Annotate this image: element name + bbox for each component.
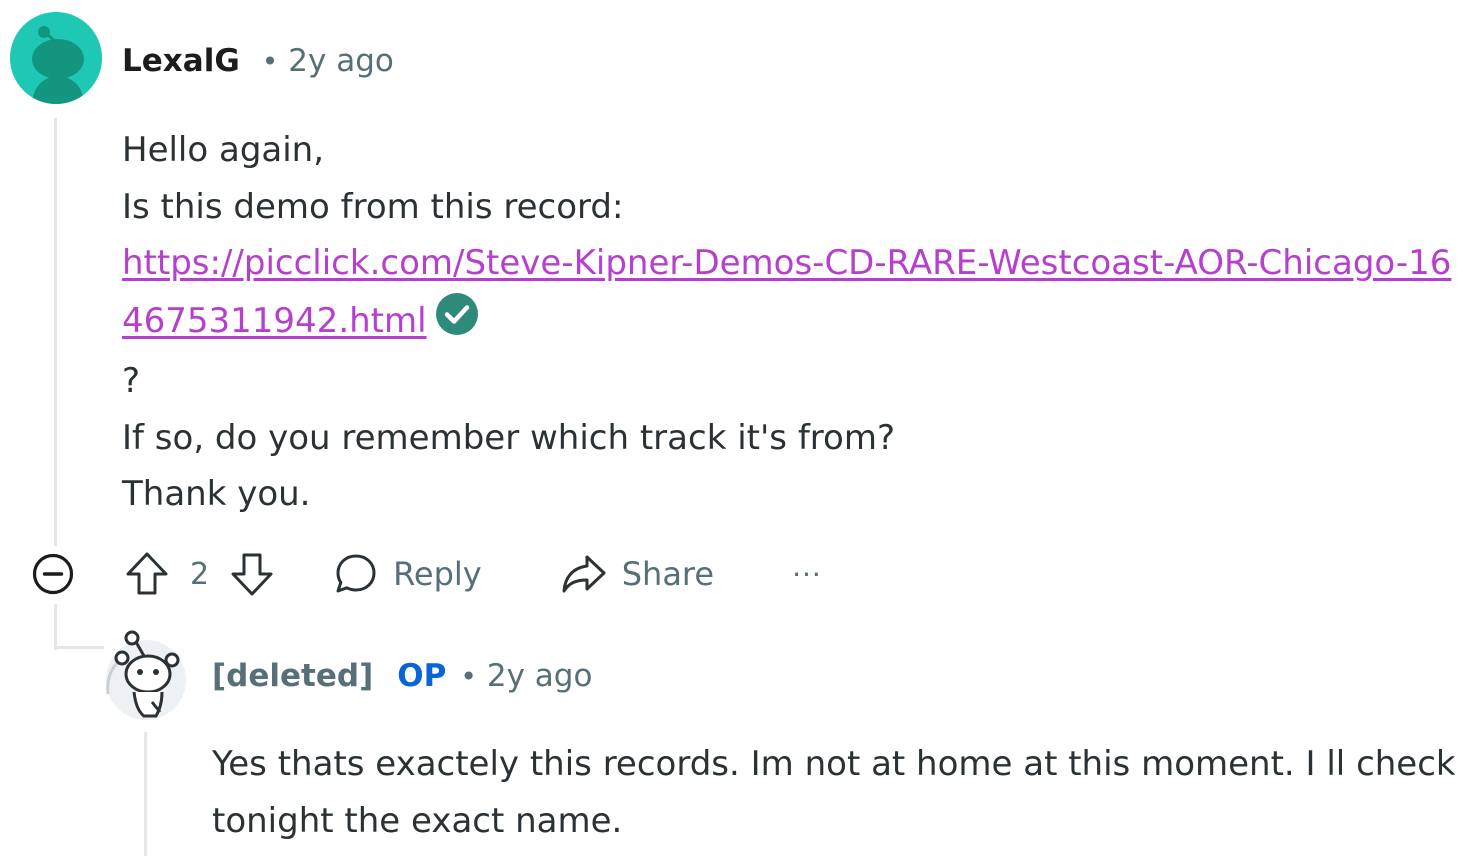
reply-body: Yes thats exactely this records. Im not … — [212, 736, 1472, 849]
thread-line-main — [54, 118, 57, 546]
share-label: Share — [621, 555, 715, 593]
comment-action-bar: 2 Reply Share ··· — [30, 546, 822, 602]
more-options-button[interactable]: ··· — [792, 558, 822, 591]
thread-line-branch — [54, 604, 57, 650]
share-button[interactable]: Share — [560, 551, 714, 597]
reply-header: [deleted] OP • 2y ago — [212, 653, 592, 699]
thread-line-reply — [144, 732, 147, 856]
snoo-avatar-icon — [10, 12, 102, 104]
reply-text: Yes thats exactely this records. Im not … — [212, 744, 1456, 841]
comment-line: ? — [122, 361, 141, 401]
reply-timestamp[interactable]: 2y ago — [487, 658, 593, 694]
user-avatar[interactable] — [10, 12, 102, 104]
record-link[interactable]: https://picclick.com/Steve-Kipner-Demos-… — [122, 243, 1451, 341]
meta-separator: • — [460, 659, 477, 693]
speech-bubble-icon — [336, 554, 376, 593]
deleted-user-avatar[interactable] — [100, 624, 196, 720]
thread-line-branch-curve — [54, 646, 104, 649]
comment-link-paragraph: https://picclick.com/Steve-Kipner-Demos-… — [122, 235, 1472, 353]
verified-check-icon — [435, 292, 479, 354]
comment-timestamp[interactable]: 2y ago — [288, 43, 394, 79]
collapse-minus-icon — [32, 553, 74, 595]
comment-line: Is this demo from this record: — [122, 186, 624, 227]
more-options-icon: ··· — [792, 557, 822, 591]
downvote-arrow-icon — [231, 553, 273, 596]
snoo-outline-avatar-icon — [106, 630, 186, 720]
comment-line: Hello again, — [122, 130, 325, 170]
comment-line: If so, do you remember which track it's … — [122, 417, 896, 458]
share-arrow-icon — [562, 555, 606, 593]
comment-line: Thank you. — [122, 474, 311, 514]
downvote-button[interactable] — [229, 550, 275, 598]
collapse-thread-button[interactable] — [30, 551, 76, 597]
vote-count: 2 — [190, 556, 210, 592]
comment-author[interactable]: LexalG — [122, 43, 240, 79]
reply-button[interactable]: Reply — [333, 551, 482, 597]
upvote-button[interactable] — [124, 550, 170, 598]
comment-header: LexalG • 2y ago — [122, 38, 394, 84]
comment-body: Hello again, Is this demo from this reco… — [122, 122, 1472, 523]
reply-author: [deleted] — [212, 658, 374, 694]
op-badge: OP — [397, 658, 447, 694]
meta-separator: • — [261, 44, 279, 78]
reply-label: Reply — [393, 555, 482, 593]
upvote-arrow-icon — [126, 552, 168, 595]
